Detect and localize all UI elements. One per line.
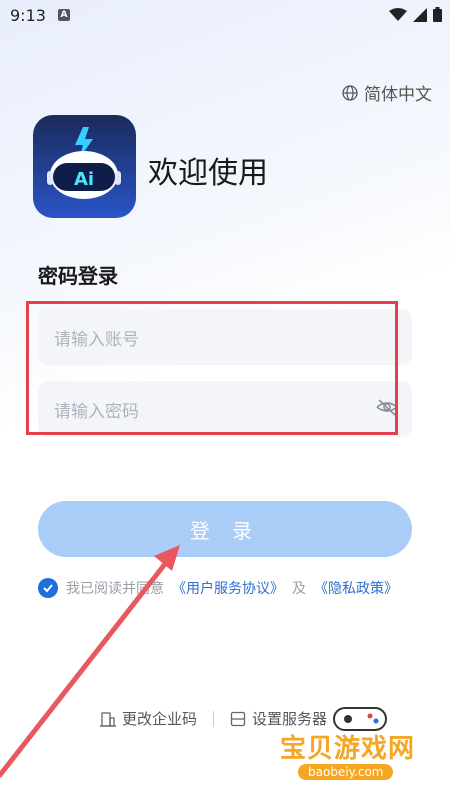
password-input[interactable]: 请输入密码: [38, 381, 412, 437]
signal-icon: [413, 7, 427, 22]
battery-icon: [433, 7, 442, 22]
account-placeholder: 请输入账号: [54, 329, 139, 350]
robot-logo-icon: Ai: [33, 115, 136, 218]
status-bar: 9:13 A: [0, 0, 450, 32]
check-icon: [43, 584, 53, 593]
page-title: 欢迎使用: [148, 156, 268, 191]
eye-closed-icon[interactable]: [376, 398, 398, 418]
account-input[interactable]: 请输入账号: [38, 309, 412, 365]
agreement-checkbox[interactable]: [38, 578, 58, 598]
footer-divider: [213, 710, 215, 727]
watermark-url: baobeiy.com: [298, 764, 394, 780]
privacy-policy-link[interactable]: 《隐私政策》: [314, 578, 398, 598]
logo-text: Ai: [74, 169, 94, 190]
user-agreement-link[interactable]: 《用户服务协议》: [172, 578, 284, 598]
language-label: 简体中文: [364, 85, 432, 105]
status-time: 9:13: [10, 6, 46, 25]
agreement-and: 及: [292, 581, 306, 597]
watermark: 宝贝游戏网 baobeiy.com: [270, 700, 450, 800]
login-button[interactable]: 登 录: [38, 501, 412, 557]
password-placeholder: 请输入密码: [54, 401, 139, 422]
change-company-code-label: 更改企业码: [122, 710, 198, 728]
change-company-code-button[interactable]: 更改企业码: [100, 708, 197, 729]
agreement-prefix: 我已阅读并同意: [66, 581, 164, 597]
server-icon: [230, 711, 246, 726]
status-icons: [389, 7, 442, 22]
login-section-title: 密码登录: [38, 264, 118, 288]
language-switch[interactable]: 简体中文: [342, 80, 432, 105]
building-icon: [100, 711, 116, 727]
wifi-icon: [389, 7, 407, 21]
app-logo: Ai: [33, 115, 136, 218]
agreement-row: 我已阅读并同意 《用户服务协议》 及 《隐私政策》: [38, 578, 398, 598]
notification-icon: A: [58, 9, 70, 21]
watermark-name: 宝贝游戏网: [280, 734, 416, 764]
globe-icon: [342, 84, 358, 101]
